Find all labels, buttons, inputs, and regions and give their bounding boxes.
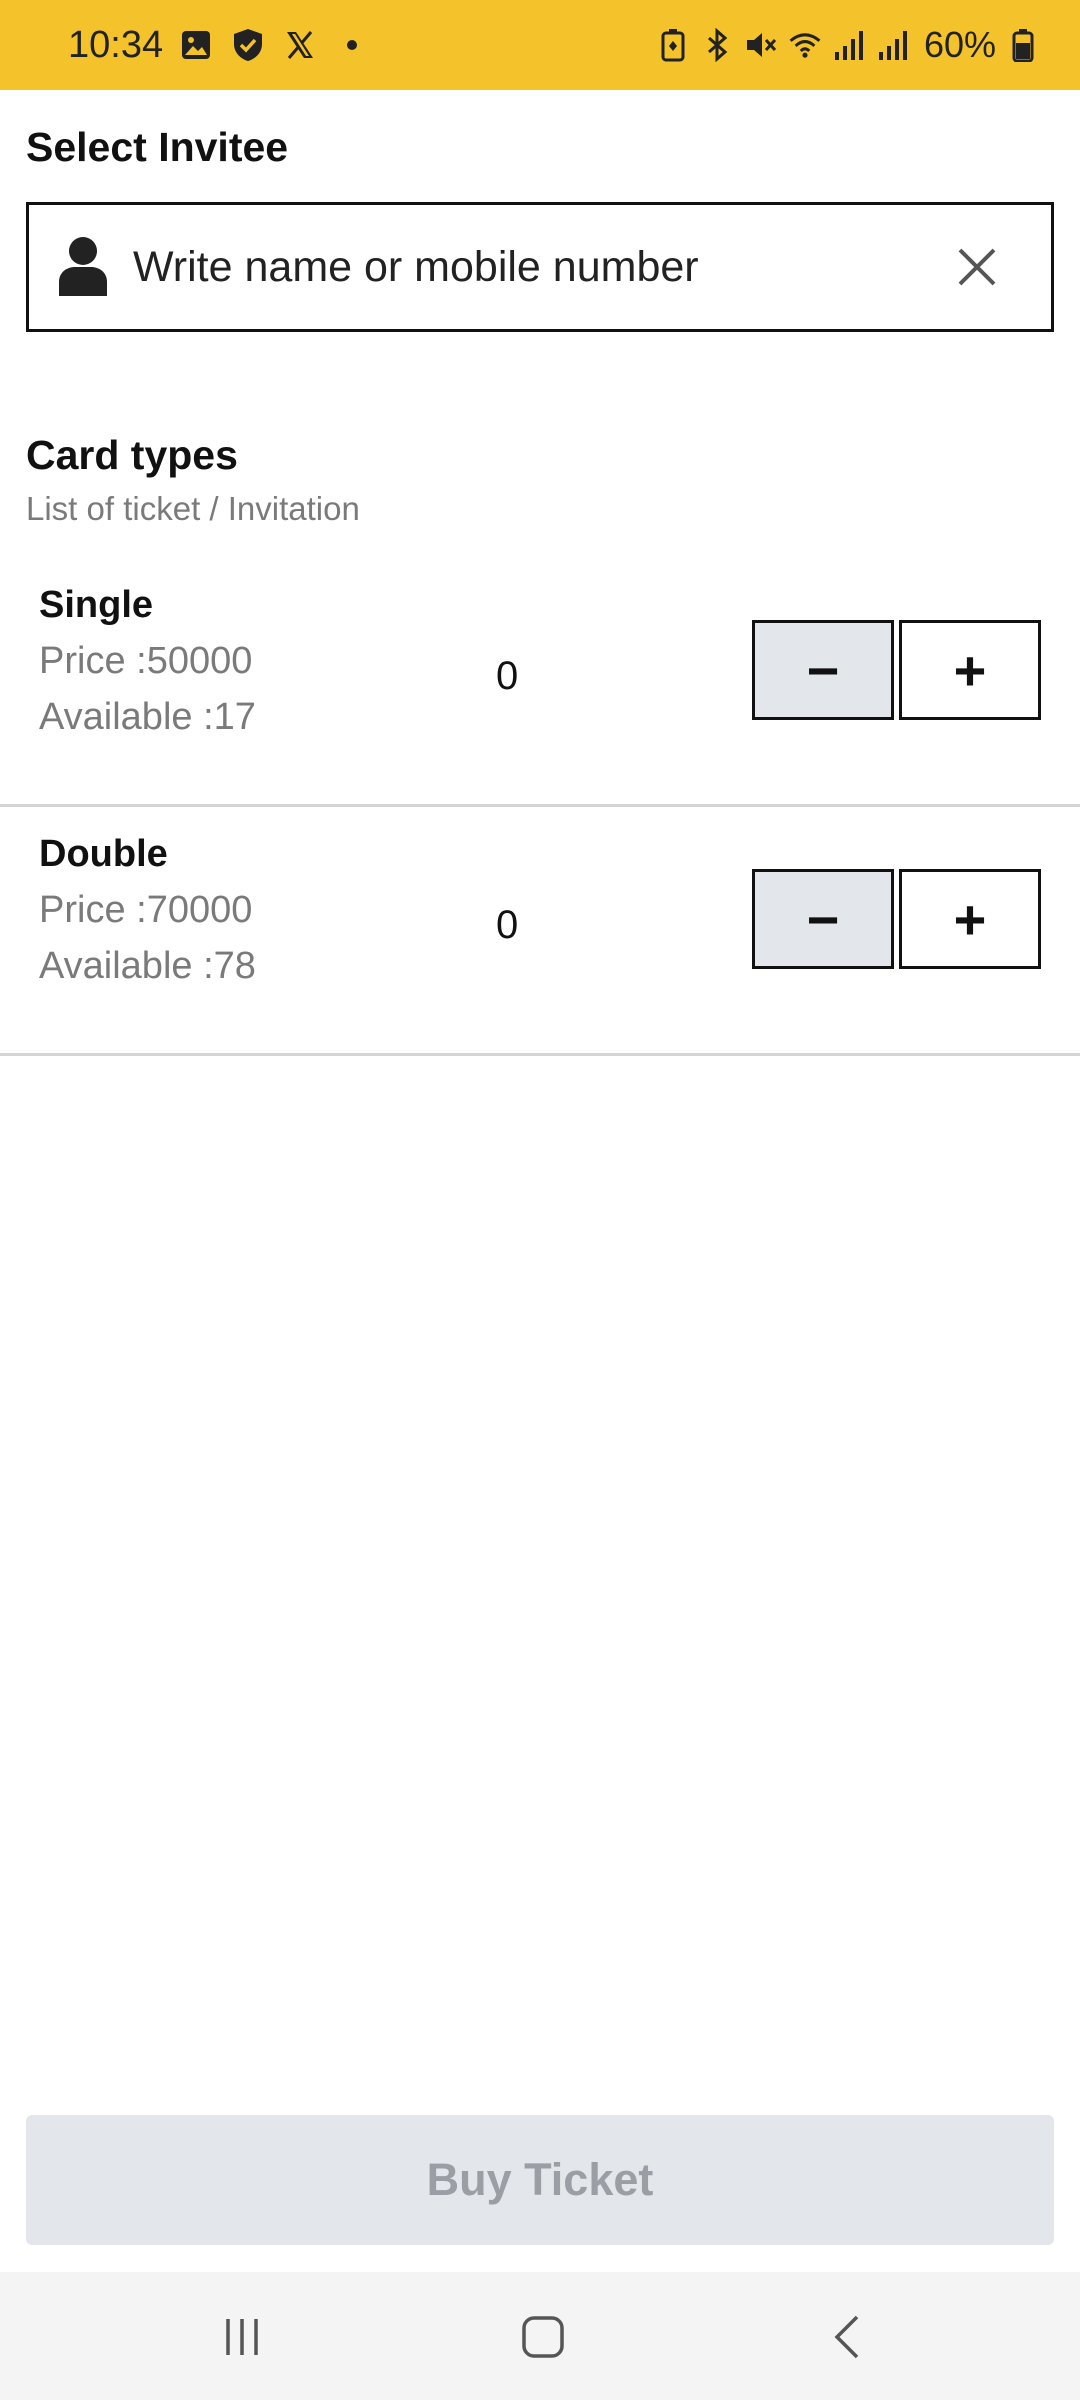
card-available: Available :17 <box>39 696 256 738</box>
recent-apps-icon[interactable] <box>207 2302 277 2372</box>
card-price: Price :50000 <box>39 640 253 682</box>
signal-icon <box>876 28 910 62</box>
card-types-subtitle: List of ticket / Invitation <box>26 490 360 527</box>
home-icon[interactable] <box>508 2302 578 2372</box>
increment-button[interactable]: + <box>899 869 1041 969</box>
battery-percent: 60% <box>923 24 996 65</box>
invitee-search-input[interactable] <box>131 241 949 293</box>
buy-ticket-button[interactable]: Buy Ticket <box>26 2115 1054 2245</box>
mute-icon <box>744 28 778 62</box>
back-icon[interactable] <box>812 2302 882 2372</box>
card-row-single: Single Price :50000 Available :17 0 − + <box>0 556 1080 807</box>
status-notification-icons <box>179 28 369 62</box>
select-invitee-title: Select Invitee <box>26 124 289 170</box>
decrement-button[interactable]: − <box>752 869 894 969</box>
card-types-title: Card types <box>26 432 238 478</box>
card-row-double: Double Price :70000 Available :78 0 − + <box>0 805 1080 1056</box>
dot-icon <box>335 28 369 62</box>
gallery-icon <box>179 28 213 62</box>
card-quantity: 0 <box>496 654 519 698</box>
wifi-icon <box>788 28 822 62</box>
card-quantity: 0 <box>496 903 519 947</box>
decrement-button[interactable]: − <box>752 620 894 720</box>
shield-check-icon <box>231 28 265 62</box>
person-icon <box>57 236 109 298</box>
bluetooth-icon <box>700 28 734 62</box>
status-bar: 10:34 60% <box>0 0 1080 90</box>
battery-saver-icon <box>656 28 690 62</box>
card-price: Price :70000 <box>39 889 253 931</box>
system-nav-bar <box>0 2272 1080 2400</box>
signal-icon <box>832 28 866 62</box>
card-available: Available :78 <box>39 945 256 987</box>
close-icon[interactable] <box>949 239 1005 295</box>
card-name: Single <box>39 584 154 626</box>
invitee-search-box[interactable] <box>26 202 1054 332</box>
increment-button[interactable]: + <box>899 620 1041 720</box>
x-logo-icon <box>283 28 317 62</box>
card-name: Double <box>39 833 168 875</box>
status-time: 10:34 <box>68 23 164 66</box>
status-system-icons: 60% <box>656 24 1040 66</box>
battery-icon <box>1006 28 1040 62</box>
